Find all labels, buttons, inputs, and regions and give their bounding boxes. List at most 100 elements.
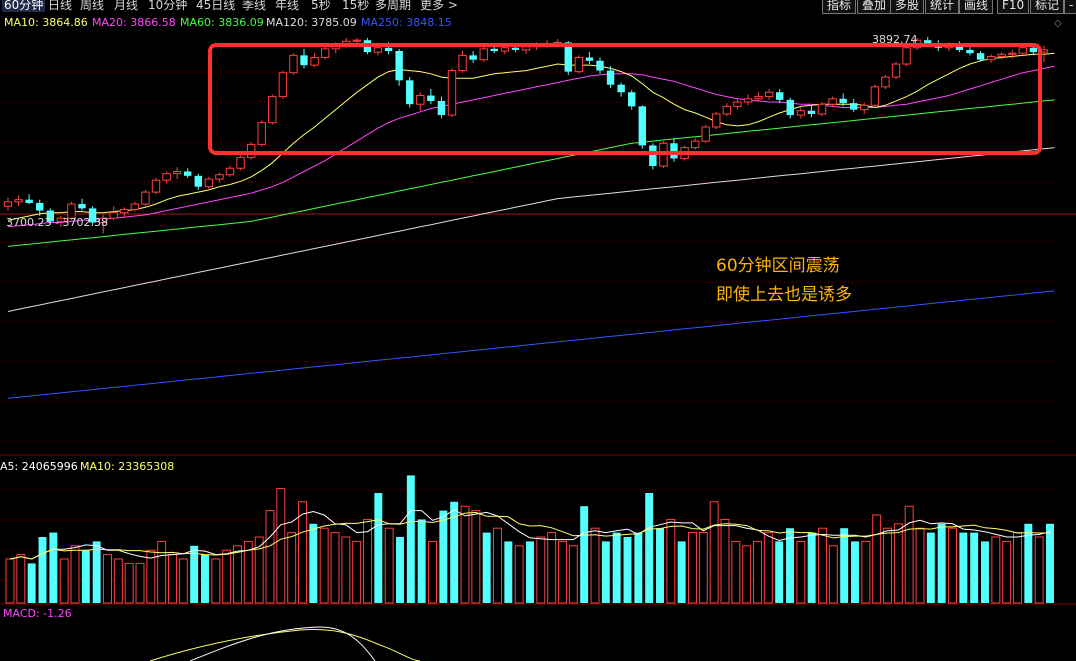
volume-bar [5, 558, 15, 604]
candle-body [130, 203, 140, 210]
ma10-line [7, 52, 1055, 221]
candle-body [300, 55, 308, 66]
candle-body [701, 126, 710, 142]
candle-body [796, 110, 806, 116]
candle-body [204, 178, 214, 188]
volume-bar [27, 563, 36, 603]
volume-bar [698, 532, 708, 604]
volume-bar [937, 523, 946, 603]
candle-body [733, 101, 742, 107]
volume-bar [439, 510, 448, 603]
volume-bar [981, 541, 989, 603]
volume-bar [406, 475, 415, 603]
volume-bar [807, 532, 816, 603]
candle-body [373, 47, 383, 53]
candle-body [25, 199, 33, 203]
volume-bar [948, 527, 957, 604]
annotation-line-2: 即使上去也是诱多 [716, 285, 852, 305]
volume-bar [742, 545, 752, 604]
volume-bar [211, 558, 221, 604]
candle-body [194, 175, 202, 187]
volume-bar [568, 545, 578, 604]
volume-bar [796, 540, 806, 604]
volume-bar [677, 541, 686, 603]
volume-bar [991, 536, 1001, 604]
volume-bar [113, 558, 123, 604]
volume-bar [601, 541, 610, 603]
candle-body [966, 49, 974, 54]
volume-bar [612, 532, 621, 603]
volume-bar [720, 518, 730, 604]
volume-bar [872, 514, 882, 604]
candle-body [246, 143, 256, 158]
candle-body [860, 104, 869, 111]
candle-body [215, 174, 224, 180]
ma250-line [7, 290, 1055, 399]
candle-body [352, 39, 362, 42]
volume-bar [168, 554, 177, 604]
candle-body [1018, 47, 1028, 54]
volume-bar [38, 537, 47, 603]
candle-body [289, 54, 298, 74]
candle-body [14, 199, 23, 203]
candle-body [574, 57, 584, 73]
candle-body [320, 48, 330, 59]
candle-body [1029, 47, 1038, 53]
candle-body [500, 47, 510, 52]
candle-body [151, 179, 161, 193]
volume-bar [471, 510, 481, 604]
volume-bar [514, 545, 524, 604]
volume-bar [1034, 536, 1044, 604]
volume-bar [1046, 523, 1054, 603]
candle-body [78, 204, 86, 209]
high-price-label: 3892.74 [872, 33, 918, 46]
candle-body [120, 208, 129, 214]
candle-body [310, 57, 319, 66]
volume-bar [851, 541, 859, 603]
volume-bar [1013, 532, 1022, 604]
volume-bar [504, 541, 513, 603]
macd-dea-line [149, 629, 421, 661]
candle-body [141, 191, 150, 205]
volume-bar [417, 519, 426, 603]
volume-bar [959, 532, 968, 603]
volume-bar [460, 505, 470, 604]
volume-bar [276, 488, 286, 604]
candle-body [447, 70, 457, 116]
volume-bar [428, 540, 437, 604]
volume-bar [558, 540, 567, 604]
candle-body [850, 103, 858, 110]
candle-body [986, 55, 996, 61]
candle-body [997, 53, 1006, 57]
candle-body [162, 173, 171, 181]
candle-body [924, 40, 932, 44]
candle-body [225, 167, 235, 176]
volume-bar [59, 558, 69, 604]
volume-bar [634, 532, 643, 603]
candle-body [881, 76, 890, 88]
diamond-icon[interactable]: ◇ [1054, 18, 1062, 30]
candle-body [786, 99, 794, 116]
volume-bar [222, 549, 232, 604]
candle-body [109, 212, 118, 219]
volume-bar [103, 554, 112, 604]
candle-body [416, 95, 425, 105]
volume-bar [818, 527, 827, 604]
volume-bar [580, 506, 589, 603]
candle-body [807, 110, 816, 114]
candle-body [585, 57, 594, 61]
volume-bar [482, 532, 491, 603]
candle-body [36, 202, 44, 211]
volume-bar [201, 554, 209, 603]
candle-body [649, 145, 657, 167]
candle-body [743, 98, 753, 103]
volume-bar [753, 540, 762, 604]
volume-bar [298, 501, 307, 604]
volume-bar [49, 532, 58, 603]
candle-body [458, 54, 467, 72]
volume-bar [81, 550, 90, 603]
ma120-line [7, 147, 1055, 312]
volume-bar [319, 527, 329, 604]
volume-bar [396, 537, 404, 603]
candle-body [236, 156, 245, 169]
